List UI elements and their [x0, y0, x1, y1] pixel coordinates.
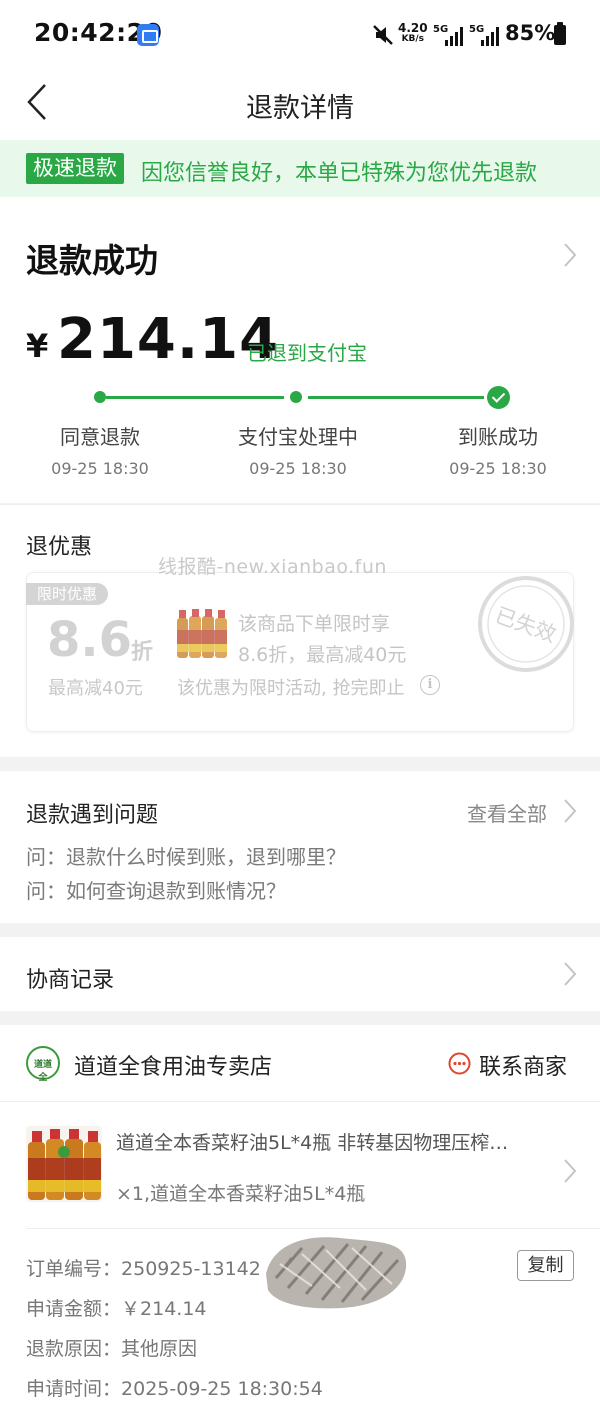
refund-reason-label: 退款原因：	[26, 1338, 122, 1360]
refund-reason-row: 退款原因：其他原因	[26, 1334, 197, 1361]
signal-2-label: 5G	[469, 24, 484, 35]
expired-stamp: 已失效	[478, 576, 574, 672]
signal-2-icon: 5G	[469, 24, 499, 46]
step-label-3: 到账成功	[458, 425, 538, 449]
battery-icon	[554, 22, 566, 45]
discount-value: 8.6	[47, 612, 133, 668]
chat-bubble-icon[interactable]	[448, 1052, 471, 1075]
discount-unit: 折	[131, 640, 154, 665]
network-speed-unit: KB/s	[401, 34, 425, 44]
signal-1-icon: 5G	[433, 24, 463, 46]
signal-1-label: 5G	[433, 24, 448, 35]
step-label-2: 支付宝处理中	[238, 425, 358, 449]
faq-item[interactable]: 问：退款什么时候到账，退到哪里？	[26, 841, 346, 870]
store-logo-text: 道道全	[33, 1060, 52, 1083]
order-number-label: 订单编号：	[26, 1258, 122, 1280]
coupon-section-title: 退优惠	[26, 535, 93, 560]
chevron-right-icon[interactable]	[563, 961, 577, 987]
copy-order-number-button[interactable]: 复制	[517, 1250, 574, 1281]
refund-amount: 214.14	[57, 307, 280, 372]
max-reduce-text: 最高减40元	[48, 678, 143, 699]
apply-amount-value: ￥214.14	[121, 1298, 207, 1320]
coupon-desc-line2: 8.6折，最高减40元	[238, 644, 407, 666]
chevron-right-icon[interactable]	[563, 798, 577, 824]
faq-title: 退款遇到问题	[26, 803, 159, 828]
page-title: 退款详情	[246, 93, 354, 124]
coupon-desc-line3: 该优惠为限时活动, 抢完即止	[177, 678, 405, 699]
chevron-right-icon[interactable]	[563, 1158, 577, 1184]
coupon-desc-line1: 该商品下单限时享	[238, 613, 391, 635]
step-time-3: 09-25 18:30	[449, 459, 547, 478]
fast-refund-text: 因您信誉良好，本单已特殊为您优先退款	[141, 161, 538, 186]
product-thumbnail	[177, 609, 227, 658]
see-all-link[interactable]: 查看全部	[467, 798, 547, 827]
fast-refund-tag: 极速退款	[26, 153, 124, 184]
chevron-right-icon[interactable]	[563, 242, 577, 268]
store-name[interactable]: 道道全食用油专卖店	[74, 1049, 272, 1081]
progress-line-2	[308, 396, 484, 399]
apply-amount-row: 申请金额：￥214.14	[26, 1294, 207, 1321]
mute-icon	[373, 25, 393, 45]
battery-percent: 85%	[505, 21, 556, 45]
product-title[interactable]: 道道全本香菜籽油5L*4瓶 非转基因物理压榨…	[116, 1128, 536, 1155]
progress-dot-1	[94, 391, 106, 403]
refund-reason-value: 其他原因	[121, 1338, 198, 1360]
order-number-row: 订单编号：250925-13142	[26, 1254, 261, 1281]
apply-time-label: 申请时间：	[26, 1378, 122, 1400]
product-image[interactable]	[26, 1126, 102, 1202]
redaction-mark	[266, 1237, 407, 1309]
apply-time-row: 申请时间：2025-09-25 18:30:54	[26, 1374, 323, 1401]
progress-dot-2	[290, 391, 302, 403]
step-time-2: 09-25 18:30	[249, 459, 347, 478]
network-speed: 4.20 KB/s	[398, 21, 428, 45]
step-label-1: 同意退款	[60, 425, 140, 449]
apply-time-value: 2025-09-25 18:30:54	[121, 1378, 323, 1400]
network-speed-value: 4.20	[398, 21, 428, 35]
order-number-value: 250925-13142	[121, 1258, 261, 1280]
product-spec: ×1,道道全本香菜籽油5L*4瓶	[116, 1183, 366, 1205]
refund-destination-note: 已退到支付宝	[247, 341, 367, 365]
faq-item[interactable]: 问：如何查询退款到账情况？	[26, 875, 286, 904]
check-circle-icon	[487, 386, 510, 409]
divider	[0, 1101, 600, 1102]
progress-line-1	[106, 396, 284, 399]
limited-time-tag: 限时优惠	[26, 583, 108, 605]
info-icon[interactable]: i	[420, 675, 440, 695]
refund-status-title: 退款成功	[26, 241, 158, 280]
apply-amount-label: 申请金额：	[26, 1298, 122, 1320]
watermark-text: 线报酷-new.xianbao.fun	[158, 556, 387, 578]
store-logo: 道道全	[26, 1046, 60, 1083]
negotiation-record-title: 协商记录	[26, 968, 115, 993]
expired-stamp-text: 已失效	[492, 603, 559, 647]
step-time-1: 09-25 18:30	[51, 459, 149, 478]
notification-app-icon	[137, 24, 159, 46]
currency-symbol: ¥	[26, 327, 49, 365]
contact-merchant-button[interactable]: 联系商家	[479, 1049, 567, 1081]
